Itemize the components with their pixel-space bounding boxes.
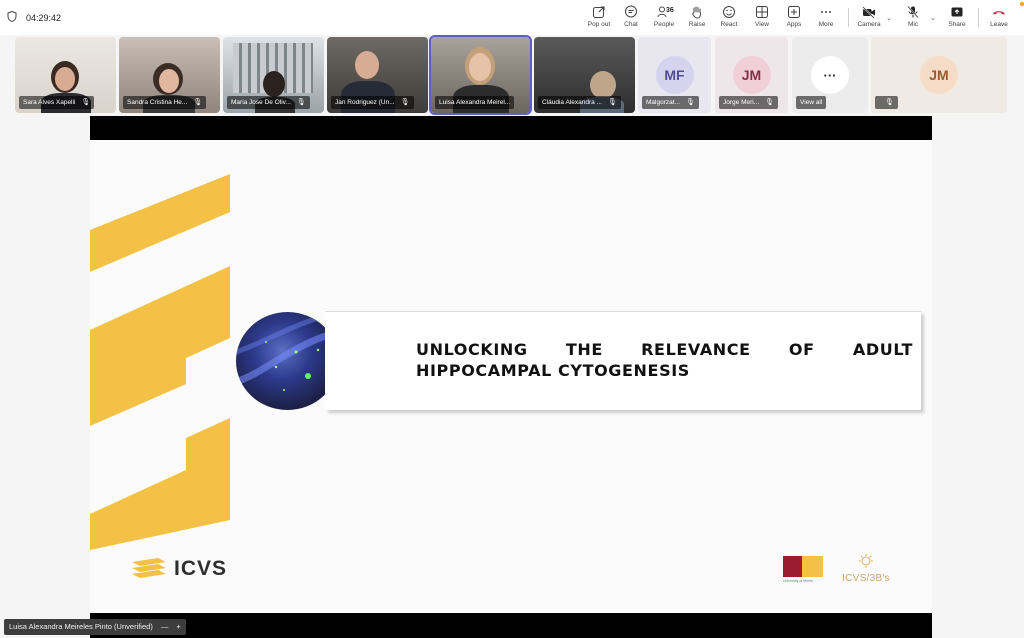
participant-nametag: Sara Alves Xapelli 🎙 — [19, 96, 95, 109]
slide-title-box: UNLOCKING THE RELEVANCE OF ADULT HIPPOCA… — [325, 311, 921, 410]
hand-icon — [692, 6, 701, 19]
camera-chevron-down-icon[interactable]: ⌄ — [886, 14, 892, 22]
shared-slide: UNLOCKING THE RELEVANCE OF ADULT HIPPOCA… — [90, 140, 932, 613]
chat-icon — [625, 5, 637, 18]
toolbar-divider — [848, 8, 849, 27]
more-label: More — [818, 21, 834, 28]
icvs-3bs-text: ICVS/3B's — [842, 573, 890, 584]
chat-button[interactable]: Chat — [614, 5, 648, 32]
toolbar-divider — [978, 8, 979, 27]
participant-tile-active-speaker[interactable]: Luisa Alexandra Meirel... — [429, 35, 532, 115]
plus-square-icon — [788, 6, 800, 18]
participant-nametag: Luisa Alexandra Meirel... — [435, 96, 515, 109]
raise-label: Raise — [688, 21, 706, 28]
mic-off-icon: 🎙 — [765, 99, 775, 106]
participant-nametag: Jorge Meri... 🎙 — [719, 96, 779, 109]
mic-off-icon: 🎙 — [296, 99, 306, 106]
icvs-logo-text: ICVS — [174, 557, 228, 580]
people-count-badge: 36 — [666, 7, 674, 14]
icvs-logo-icon — [132, 558, 166, 578]
mic-off-icon — [907, 5, 919, 19]
participant-tile[interactable]: Sandra Cristina He... 🎙 — [119, 37, 220, 113]
camera-label: Camera — [857, 21, 881, 28]
apps-button[interactable]: Apps — [777, 5, 811, 32]
hang-up-icon — [993, 11, 1005, 15]
view-all-label[interactable]: View all — [796, 96, 827, 109]
avatar: MF — [655, 56, 694, 94]
mic-button[interactable]: Mic — [896, 5, 930, 32]
mic-off-icon: 🎙 — [885, 99, 894, 106]
microscopy-image — [236, 312, 339, 410]
react-label: React — [720, 21, 738, 28]
react-button[interactable]: React — [712, 5, 746, 32]
meeting-toolbar: 04:29:42 Pop out Chat 36 People Raise Re… — [0, 0, 1024, 35]
mic-chevron-down-icon[interactable]: ⌄ — [930, 14, 936, 22]
raise-hand-button[interactable]: Raise — [680, 5, 714, 32]
icvs-3bs-logo: ICVS/3B's — [842, 554, 890, 584]
participant-nametag: Maria Jose De Oliv... 🎙 — [227, 96, 310, 109]
presenter-label: Luisa Alexandra Meireles Pinto (Unverifi… — [4, 619, 186, 635]
participant-nametag: 🎙 — [875, 96, 898, 109]
leave-label: Leave — [990, 21, 1008, 28]
zoom-out-button[interactable]: — — [161, 619, 169, 635]
participant-tile[interactable]: Jan Rodriguez (Un... 🎙 — [327, 37, 428, 113]
more-dots-icon: ··· — [811, 56, 849, 94]
participant-tile[interactable]: JM Jorge Meri... 🎙 — [715, 37, 788, 113]
popout-icon — [593, 6, 605, 18]
view-all-tile[interactable]: ··· View all — [792, 37, 868, 113]
participant-nametag: Cláudia Alexandra ... 🎙 — [538, 96, 621, 109]
icvs-logo: ICVS — [132, 557, 227, 581]
share-label: Share — [948, 21, 966, 28]
shield-icon — [7, 10, 17, 24]
slide-letterbox-top — [90, 116, 932, 140]
participant-nametag: Jan Rodriguez (Un... 🎙 — [331, 96, 414, 109]
avatar: JM — [920, 56, 958, 94]
view-button[interactable]: View — [745, 5, 779, 32]
participant-tile[interactable]: JM 🎙 — [871, 37, 1007, 113]
camera-button[interactable]: Camera — [852, 5, 886, 32]
notification-dot — [1020, 2, 1024, 6]
slide-decorative-shape — [90, 174, 230, 550]
participant-nametag: Malgorzat... 🎙 — [642, 96, 699, 109]
sun-emblem-icon — [858, 554, 873, 568]
view-label: View — [755, 21, 769, 28]
more-dots-icon — [821, 11, 831, 13]
uminho-caption: University of Minho — [783, 579, 813, 583]
mic-off-icon: 🎙 — [81, 99, 91, 106]
meeting-timer: 04:29:42 — [7, 10, 62, 24]
participant-strip: Sara Alves Xapelli 🎙 Sandra Cristina He..… — [0, 35, 1024, 115]
participant-tile[interactable]: Sara Alves Xapelli 🎙 — [15, 37, 116, 113]
mic-off-icon: 🎙 — [400, 99, 410, 106]
camera-off-icon — [862, 6, 875, 19]
share-icon — [951, 7, 963, 17]
smiley-icon — [723, 6, 735, 18]
uminho-logo: University of Minho — [783, 556, 823, 583]
presenter-name: Luisa Alexandra Meireles Pinto (Unverifi… — [9, 622, 153, 631]
participant-tile[interactable]: Maria Jose De Oliv... 🎙 — [223, 37, 324, 113]
popout-label: Pop out — [587, 21, 611, 28]
leave-button[interactable]: Leave — [982, 5, 1016, 32]
slide-letterbox-bottom — [90, 613, 932, 638]
mic-off-icon: 🎙 — [685, 99, 695, 106]
zoom-in-button[interactable]: + — [176, 619, 180, 635]
people-button[interactable]: 36 People — [647, 5, 681, 32]
grid-icon — [756, 6, 768, 18]
participant-tile[interactable]: MF Malgorzat... 🎙 — [638, 37, 711, 113]
participant-tile[interactable]: Cláudia Alexandra ... 🎙 — [534, 37, 635, 113]
apps-label: Apps — [786, 21, 802, 28]
avatar: JM — [732, 56, 771, 94]
timer-text: 04:29:42 — [26, 12, 62, 23]
mic-off-icon: 🎙 — [193, 99, 203, 106]
people-label: People — [653, 21, 675, 28]
popout-button[interactable]: Pop out — [582, 5, 616, 32]
more-button[interactable]: More — [809, 5, 843, 32]
mic-label: Mic — [907, 21, 919, 28]
mic-off-icon: 🎙 — [607, 99, 617, 106]
participant-nametag: Sandra Cristina He... 🎙 — [123, 96, 207, 109]
slide-title: UNLOCKING THE RELEVANCE OF ADULT HIPPOCA… — [416, 340, 913, 380]
chat-label: Chat — [624, 21, 638, 28]
share-button[interactable]: Share — [940, 5, 974, 32]
